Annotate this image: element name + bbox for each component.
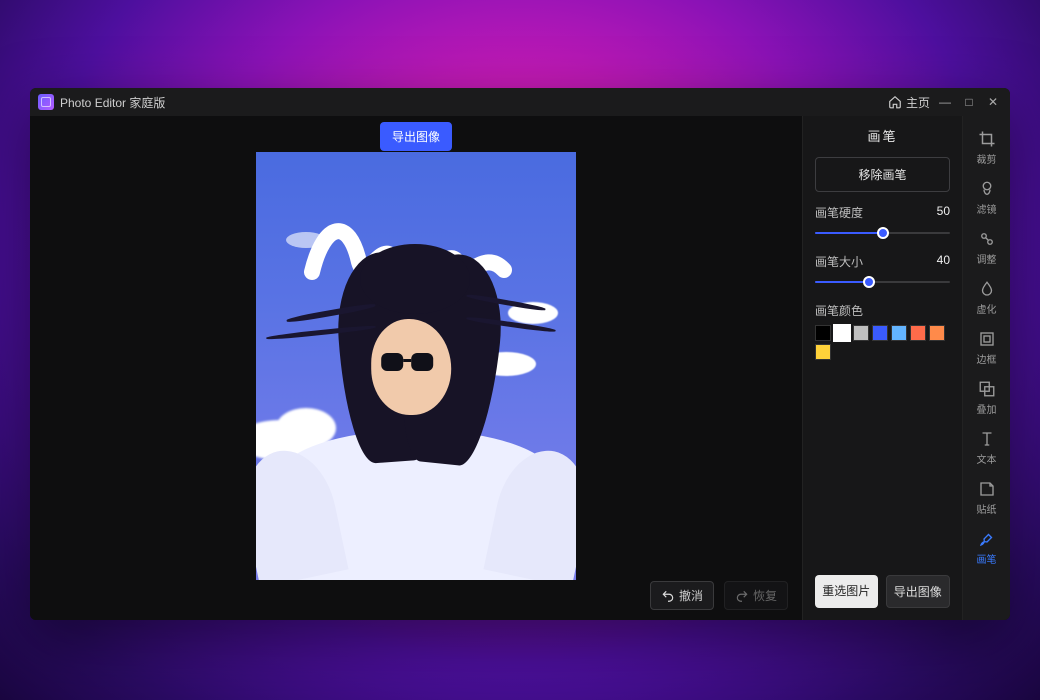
export-top-button[interactable]: 导出图像: [380, 122, 452, 151]
edited-image: [256, 152, 576, 580]
redo-icon: [735, 589, 749, 603]
size-row: 画笔大小 40: [815, 253, 950, 290]
undo-label: 撤消: [679, 587, 703, 604]
size-value: 40: [937, 253, 950, 270]
tool-adjust-label: 调整: [977, 251, 997, 266]
overlay-icon: [978, 380, 996, 398]
redo-button[interactable]: 恢复: [724, 581, 788, 610]
color-swatch-4[interactable]: [891, 325, 907, 341]
remove-brush-button[interactable]: 移除画笔: [815, 157, 950, 192]
titlebar: Photo Editor 家庭版 主页 — □ ✕: [30, 88, 1010, 116]
size-label: 画笔大小: [815, 253, 863, 270]
color-swatch-5[interactable]: [910, 325, 926, 341]
tool-sticker-label: 贴纸: [977, 501, 997, 516]
undo-button[interactable]: 撤消: [650, 581, 714, 610]
adjust-icon: [978, 230, 996, 248]
color-swatch-7[interactable]: [815, 344, 831, 360]
repick-image-button[interactable]: 重选图片: [815, 575, 878, 608]
tool-crop[interactable]: 裁剪: [967, 124, 1007, 170]
canvas-area[interactable]: 导出图像: [30, 116, 802, 620]
app-logo-icon: [38, 94, 54, 110]
app-window: Photo Editor 家庭版 主页 — □ ✕ 导出图像: [30, 88, 1010, 620]
tool-blur[interactable]: 虚化: [967, 274, 1007, 320]
home-button[interactable]: 主页: [888, 94, 930, 111]
color-section: 画笔颜色: [815, 302, 950, 360]
close-button[interactable]: ✕: [984, 95, 1002, 109]
frame-icon: [978, 330, 996, 348]
hardness-value: 50: [937, 204, 950, 221]
brush-panel: 画笔 移除画笔 画笔硬度 50 画笔大小 40: [802, 116, 962, 620]
tool-brush-label: 画笔: [977, 551, 997, 566]
undo-icon: [661, 589, 675, 603]
brush-icon: [978, 530, 996, 548]
color-label: 画笔颜色: [815, 302, 950, 319]
home-label: 主页: [906, 94, 930, 111]
tool-filter[interactable]: 滤镜: [967, 174, 1007, 220]
blur-icon: [978, 280, 996, 298]
toolstrip: 裁剪滤镜调整虚化边框叠加文本贴纸画笔: [962, 116, 1010, 620]
hardness-row: 画笔硬度 50: [815, 204, 950, 241]
tool-crop-label: 裁剪: [977, 151, 997, 166]
tool-filter-label: 滤镜: [977, 201, 997, 216]
tool-text-label: 文本: [977, 451, 997, 466]
export-image-button[interactable]: 导出图像: [886, 575, 951, 608]
panel-title: 画笔: [815, 126, 950, 145]
hardness-label: 画笔硬度: [815, 204, 863, 221]
tool-overlay[interactable]: 叠加: [967, 374, 1007, 420]
crop-icon: [978, 130, 996, 148]
maximize-button[interactable]: □: [960, 95, 978, 109]
color-swatches: [815, 325, 950, 360]
color-swatch-0[interactable]: [815, 325, 831, 341]
color-swatch-3[interactable]: [872, 325, 888, 341]
minimize-button[interactable]: —: [936, 95, 954, 109]
size-slider[interactable]: [815, 274, 950, 290]
tool-blur-label: 虚化: [977, 301, 997, 316]
tool-frame-label: 边框: [977, 351, 997, 366]
tool-overlay-label: 叠加: [977, 401, 997, 416]
color-swatch-2[interactable]: [853, 325, 869, 341]
tool-sticker[interactable]: 贴纸: [967, 474, 1007, 520]
tool-brush[interactable]: 画笔: [967, 524, 1007, 570]
color-swatch-1[interactable]: [834, 325, 850, 341]
tool-frame[interactable]: 边框: [967, 324, 1007, 370]
app-title: Photo Editor 家庭版: [60, 94, 165, 111]
tool-text[interactable]: 文本: [967, 424, 1007, 470]
text-icon: [978, 430, 996, 448]
tool-adjust[interactable]: 调整: [967, 224, 1007, 270]
hardness-slider[interactable]: [815, 225, 950, 241]
color-swatch-6[interactable]: [929, 325, 945, 341]
filter-icon: [978, 180, 996, 198]
redo-label: 恢复: [753, 587, 777, 604]
sticker-icon: [978, 480, 996, 498]
home-icon: [888, 95, 902, 109]
